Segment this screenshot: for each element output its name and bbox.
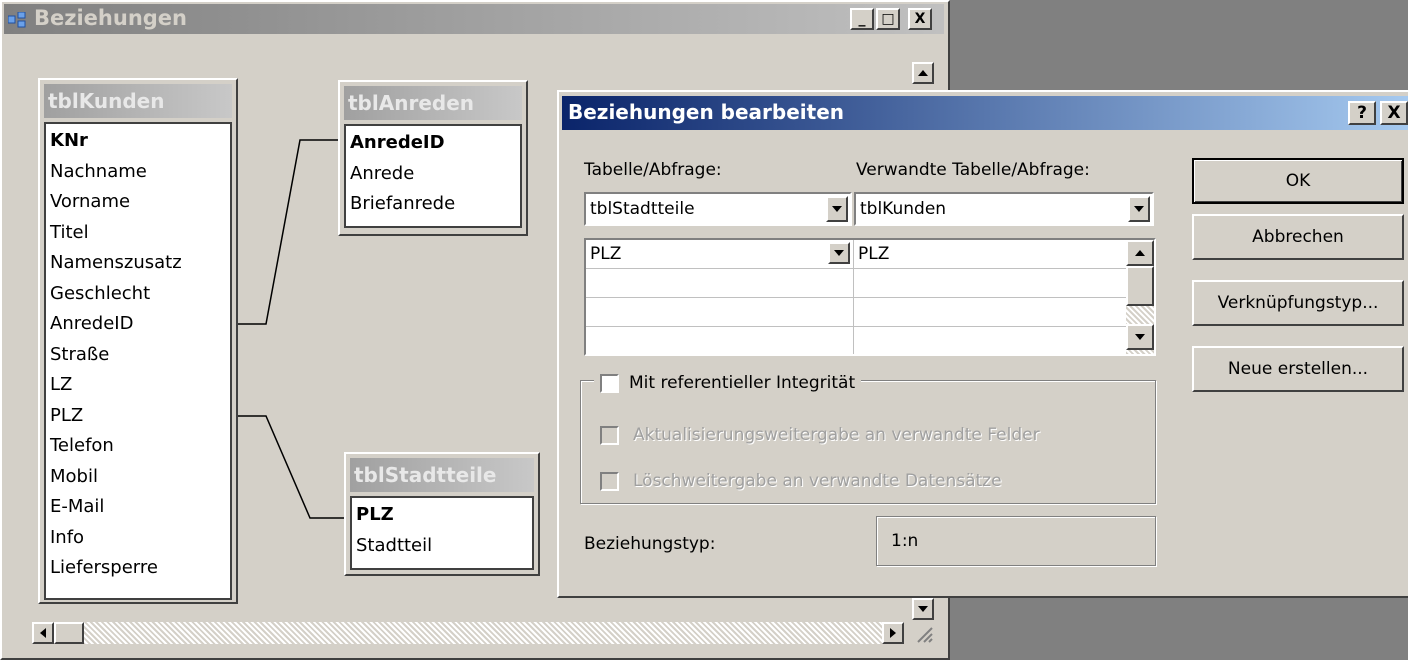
close-icon: X	[1387, 103, 1401, 123]
cascade-delete-label: Löschweitergabe an verwandte Datensätze	[633, 471, 1002, 491]
minimize-icon: _	[858, 11, 866, 27]
field-item[interactable]: Anrede	[350, 159, 516, 190]
create-new-button[interactable]: Neue erstellen...	[1192, 346, 1404, 392]
dialog-title: Beziehungen bearbeiten	[568, 100, 845, 124]
relationship-type-box: 1:n	[876, 516, 1156, 566]
join-type-button-label: Verknüpfungstyp...	[1217, 293, 1379, 313]
table-header[interactable]: tblStadtteile	[350, 458, 534, 492]
field-item[interactable]: Liefersperre	[50, 553, 226, 584]
arrow-up-icon	[1135, 250, 1145, 256]
ok-button[interactable]: OK	[1192, 158, 1404, 204]
resize-grip-icon[interactable]	[912, 622, 934, 644]
cancel-button[interactable]: Abbrechen	[1192, 214, 1404, 260]
join-type-button[interactable]: Verknüpfungstyp...	[1192, 280, 1404, 326]
arrow-right-icon	[890, 628, 896, 638]
field-item[interactable]: Straße	[50, 340, 226, 371]
close-icon: X	[914, 11, 926, 27]
dropdown-button[interactable]	[826, 196, 848, 222]
chevron-down-icon	[1134, 206, 1144, 212]
relationship-type-value: 1:n	[891, 531, 919, 551]
grid-cell-right[interactable]: PLZ	[858, 244, 889, 264]
referential-integrity-option[interactable]: Mit referentieller Integrität	[594, 370, 862, 396]
referential-integrity-checkbox[interactable]	[600, 373, 619, 393]
field-item[interactable]: Nachname	[50, 157, 226, 188]
arrow-down-icon	[918, 606, 928, 612]
field-item[interactable]: Stadtteil	[356, 531, 528, 562]
field-item[interactable]: Namenszusatz	[50, 248, 226, 279]
table-query-label: Tabelle/Abfrage:	[584, 160, 722, 180]
create-new-button-label: Neue erstellen...	[1227, 359, 1369, 379]
referential-integrity-label: Mit referentieller Integrität	[629, 373, 856, 393]
field-item[interactable]: LZ	[50, 370, 226, 401]
cascade-update-checkbox	[600, 425, 619, 445]
field-item[interactable]: Telefon	[50, 431, 226, 462]
table-query-select[interactable]: tblStadtteile	[584, 192, 852, 226]
field-item[interactable]: PLZ	[356, 500, 528, 531]
field-item[interactable]: AnredeID	[350, 128, 516, 159]
field-list: KNr Nachname Vorname Titel Namenszusatz …	[44, 122, 232, 600]
grid-scroll-up-button[interactable]	[1126, 240, 1154, 266]
related-table-value: tblKunden	[860, 199, 947, 219]
hscroll-right-button[interactable]	[882, 622, 904, 644]
grid-scroll-thumb[interactable]	[1126, 266, 1154, 306]
field-mapping-grid[interactable]: PLZ PLZ	[584, 238, 1156, 356]
dialog-close-button[interactable]: X	[1380, 101, 1408, 125]
table-box-tblanreden[interactable]: tblAnreden AnredeID Anrede Briefanrede	[338, 80, 528, 236]
table-query-value: tblStadtteile	[590, 199, 695, 219]
minimize-button[interactable]: _	[850, 8, 874, 30]
relationship-line-anredeid	[234, 139, 340, 325]
field-item[interactable]: Info	[50, 523, 226, 554]
field-item[interactable]: KNr	[50, 126, 226, 157]
grid-column-divider	[853, 240, 854, 354]
field-item[interactable]: Mobil	[50, 462, 226, 493]
ok-button-label: OK	[1285, 171, 1311, 191]
grid-row[interactable]	[586, 298, 1126, 327]
help-icon: ?	[1357, 103, 1367, 123]
cascade-delete-option: Löschweitergabe an verwandte Datensätze	[600, 468, 1002, 494]
related-table-label: Verwandte Tabelle/Abfrage:	[856, 160, 1090, 180]
help-button[interactable]: ?	[1348, 101, 1376, 125]
field-list: AnredeID Anrede Briefanrede	[344, 124, 522, 228]
vscroll-up-button[interactable]	[912, 62, 934, 84]
grid-row[interactable]: PLZ PLZ	[586, 240, 1126, 269]
table-box-tblstadtteile[interactable]: tblStadtteile PLZ Stadtteil	[344, 452, 540, 576]
field-item[interactable]: AnredeID	[50, 309, 226, 340]
field-item[interactable]: PLZ	[50, 401, 226, 432]
grid-row[interactable]	[586, 327, 1126, 354]
field-list: PLZ Stadtteil	[350, 496, 534, 570]
related-table-select[interactable]: tblKunden	[854, 192, 1154, 226]
field-item[interactable]: Briefanrede	[350, 189, 516, 220]
relationship-type-label: Beziehungstyp:	[584, 534, 716, 554]
grid-dropdown-button[interactable]	[828, 242, 850, 264]
arrow-down-icon	[1135, 334, 1145, 340]
dropdown-button[interactable]	[1128, 196, 1150, 222]
maximize-button[interactable]: □	[876, 8, 900, 30]
cascade-update-label: Aktualisierungsweitergabe an verwandte F…	[633, 425, 1040, 445]
cascade-delete-checkbox	[600, 471, 619, 491]
field-item[interactable]: Titel	[50, 218, 226, 249]
table-header[interactable]: tblKunden	[44, 84, 232, 118]
chevron-down-icon	[834, 250, 844, 256]
field-item[interactable]: E-Mail	[50, 492, 226, 523]
dialog-titlebar[interactable]: Beziehungen bearbeiten ? X	[562, 96, 1408, 130]
chevron-down-icon	[832, 206, 842, 212]
vscroll-down-button[interactable]	[912, 598, 934, 620]
field-item[interactable]: Vorname	[50, 187, 226, 218]
grid-scroll-down-button[interactable]	[1126, 324, 1154, 350]
maximize-icon: □	[881, 11, 895, 27]
close-button[interactable]: X	[908, 8, 932, 30]
relationship-line-plz	[234, 415, 346, 519]
cancel-button-label: Abbrechen	[1252, 227, 1344, 247]
cascade-update-option: Aktualisierungsweitergabe an verwandte F…	[600, 422, 1040, 448]
field-item[interactable]: Geschlecht	[50, 279, 226, 310]
grid-row[interactable]	[586, 269, 1126, 298]
arrow-up-icon	[918, 70, 928, 76]
table-header[interactable]: tblAnreden	[344, 86, 522, 120]
table-box-tblkunden[interactable]: tblKunden KNr Nachname Vorname Titel Nam…	[38, 78, 238, 604]
grid-cell-left[interactable]: PLZ	[590, 244, 621, 264]
